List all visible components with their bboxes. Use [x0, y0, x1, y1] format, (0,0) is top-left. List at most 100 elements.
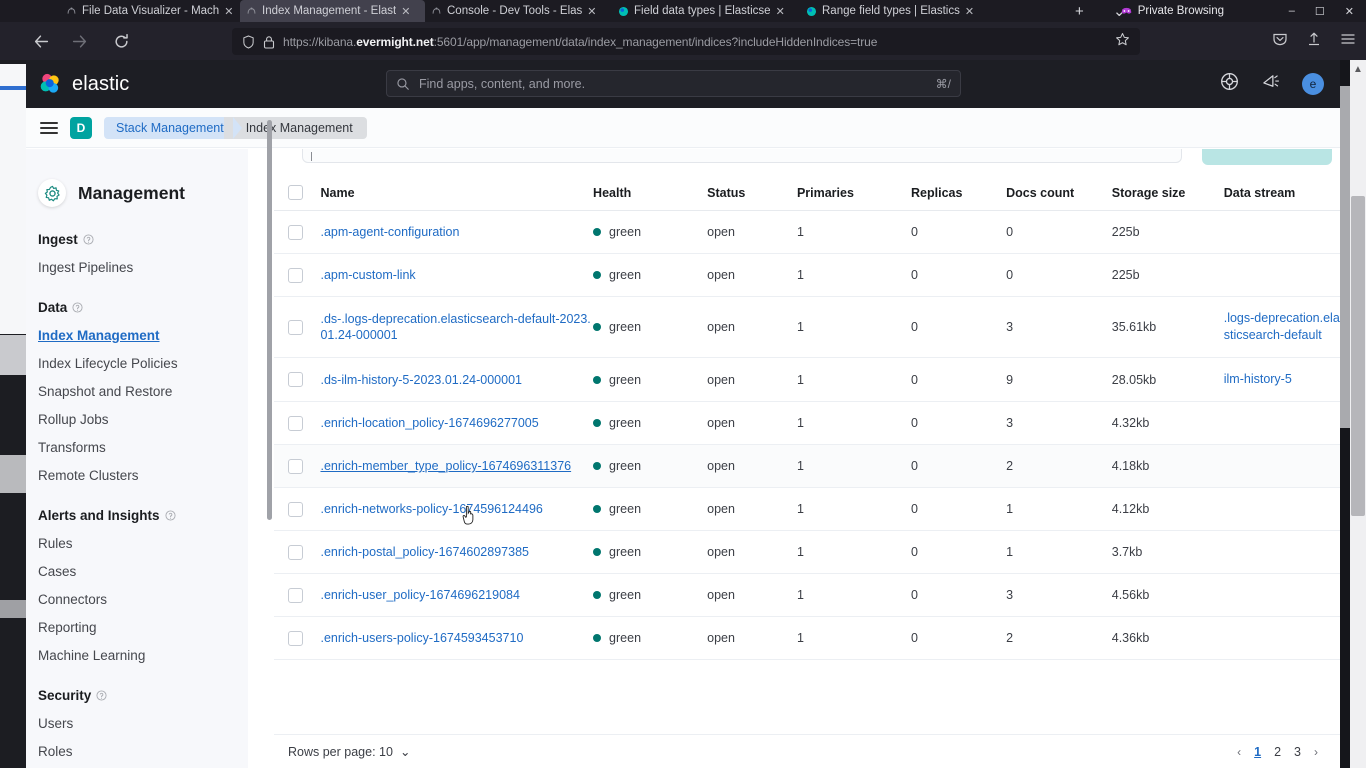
- table-row[interactable]: .apm-custom-link green open 1 0 0 225b: [274, 253, 1340, 297]
- user-avatar[interactable]: e: [1302, 73, 1324, 95]
- page-button-1[interactable]: 1: [1254, 745, 1261, 759]
- table-row[interactable]: .ds-ilm-history-5-2023.01.24-000001 green…: [274, 357, 1340, 402]
- browser-tab-3[interactable]: Field data types | Elasticse ✕: [612, 0, 797, 22]
- select-all-checkbox[interactable]: [288, 185, 303, 200]
- close-tab-icon[interactable]: ✕: [401, 5, 410, 18]
- data-stream-link[interactable]: ilm-history-5: [1224, 371, 1292, 388]
- share-icon[interactable]: [1306, 31, 1322, 52]
- row-checkbox[interactable]: [288, 267, 303, 283]
- table-row[interactable]: .enrich-postal_policy-1674602897385 green…: [274, 530, 1340, 574]
- close-tab-icon[interactable]: ✕: [965, 5, 974, 18]
- sidebar-item-remote-clusters[interactable]: Remote Clusters: [38, 468, 248, 483]
- table-row[interactable]: .ds-.logs-deprecation.elasticsearch-defa…: [274, 296, 1340, 358]
- column-header-replicas[interactable]: Replicas: [911, 177, 1007, 211]
- column-header-primaries[interactable]: Primaries: [796, 177, 912, 211]
- row-checkbox[interactable]: [288, 544, 303, 560]
- window-controls[interactable]: – ☐ ✕: [1289, 0, 1362, 22]
- row-checkbox[interactable]: [288, 224, 303, 240]
- sidebar-item-rollup-jobs[interactable]: Rollup Jobs: [38, 412, 248, 427]
- info-icon[interactable]: [164, 510, 176, 521]
- close-tab-icon[interactable]: ✕: [776, 5, 785, 18]
- page-button-3[interactable]: 3: [1294, 745, 1301, 759]
- sidebar-item-reporting[interactable]: Reporting: [38, 620, 248, 635]
- table-row[interactable]: .enrich-user_policy-1674696219084 green op…: [274, 573, 1340, 617]
- table-row[interactable]: .enrich-networks-policy-1674596124496 gre…: [274, 487, 1340, 531]
- browser-tab-2[interactable]: Console - Dev Tools - Elas ✕: [425, 0, 610, 22]
- column-header-docs-count[interactable]: Docs count: [1006, 177, 1112, 211]
- sidebar-item-connectors[interactable]: Connectors: [38, 592, 248, 607]
- browser-tab-0[interactable]: File Data Visualizer - Mach ✕: [60, 0, 265, 22]
- browser-tab-4[interactable]: Range field types | Elastics ✕: [800, 0, 985, 22]
- table-row[interactable]: .enrich-member_type_policy-1674696311376…: [274, 444, 1340, 488]
- sidebar-item-index-lifecycle-policies[interactable]: Index Lifecycle Policies: [38, 356, 248, 371]
- row-checkbox[interactable]: [288, 319, 303, 335]
- sidebar-item-rules[interactable]: Rules: [38, 536, 248, 551]
- index-name-link[interactable]: .enrich-member_type_policy-1674696311376: [320, 458, 571, 474]
- index-name-link[interactable]: .enrich-location_policy-1674696277005: [320, 415, 538, 431]
- back-button[interactable]: [26, 26, 56, 56]
- address-bar[interactable]: https://kibana.evermight.net:5601/app/ma…: [232, 28, 1140, 55]
- new-tab-button[interactable]: +: [1075, 0, 1084, 22]
- scroll-up-arrow-icon[interactable]: ▲: [1351, 62, 1365, 76]
- minimize-button[interactable]: –: [1289, 5, 1295, 17]
- info-icon[interactable]: [83, 234, 94, 245]
- close-tab-icon[interactable]: ✕: [587, 5, 596, 18]
- row-checkbox[interactable]: [288, 501, 303, 517]
- close-window-button[interactable]: ✕: [1345, 5, 1354, 18]
- reload-indices-button[interactable]: [1202, 149, 1332, 165]
- column-header-health[interactable]: Health: [593, 177, 708, 211]
- space-avatar[interactable]: D: [70, 116, 92, 139]
- hamburger-menu-icon[interactable]: [1340, 31, 1356, 52]
- elastic-logo[interactable]: elastic: [38, 72, 129, 97]
- sidebar-item-users[interactable]: Users: [38, 716, 248, 731]
- global-search-input[interactable]: Find apps, content, and more. ⌘/: [386, 70, 961, 97]
- index-name-link[interactable]: .apm-custom-link: [320, 267, 415, 283]
- column-header-name[interactable]: Name: [320, 177, 594, 211]
- help-icon[interactable]: [1220, 72, 1239, 96]
- index-name-link[interactable]: .apm-agent-configuration: [320, 224, 459, 240]
- sidebar-scrollbar[interactable]: [267, 120, 272, 520]
- management-sidebar[interactable]: Management Ingest Ingest Pipelines Data Ind…: [26, 149, 248, 768]
- row-checkbox[interactable]: [288, 587, 303, 603]
- reload-button[interactable]: [106, 26, 136, 56]
- breadcrumb-item-index-management[interactable]: Index Management: [223, 116, 367, 139]
- info-icon[interactable]: [96, 690, 107, 701]
- table-row[interactable]: .enrich-users-policy-1674593453710 green o…: [274, 616, 1340, 660]
- maximize-button[interactable]: ☐: [1315, 5, 1325, 18]
- rows-per-page-control[interactable]: Rows per page: 10 ⌄: [288, 744, 410, 760]
- index-search-input[interactable]: [302, 149, 1182, 163]
- close-tab-icon[interactable]: ✕: [224, 5, 233, 18]
- index-name-link[interactable]: .enrich-users-policy-1674593453710: [320, 630, 523, 646]
- sidebar-item-machine-learning[interactable]: Machine Learning: [38, 648, 248, 663]
- sidebar-item-ingest-pipelines[interactable]: Ingest Pipelines: [38, 260, 248, 275]
- index-name-link[interactable]: .enrich-user_policy-1674696219084: [320, 587, 519, 603]
- row-checkbox[interactable]: [288, 630, 303, 646]
- column-header-storage-size[interactable]: Storage size: [1111, 177, 1224, 211]
- megaphone-icon[interactable]: [1261, 72, 1280, 96]
- table-row[interactable]: .apm-agent-configuration green open 1 0 0 225b: [274, 210, 1340, 254]
- table-row[interactable]: .enrich-location_policy-1674696277005 gre…: [274, 401, 1340, 445]
- outer-window-scrollbar[interactable]: [1340, 86, 1350, 428]
- column-header-status[interactable]: Status: [707, 177, 797, 211]
- row-checkbox[interactable]: [288, 415, 303, 431]
- breadcrumb-item-stack-management[interactable]: Stack Management: [104, 116, 242, 139]
- sidebar-item-snapshot-and-restore[interactable]: Snapshot and Restore: [38, 384, 248, 399]
- sidebar-item-transforms[interactable]: Transforms: [38, 440, 248, 455]
- star-icon[interactable]: [1115, 32, 1130, 52]
- data-stream-link[interactable]: .logs-deprecation.elasticsearch-default: [1224, 310, 1340, 344]
- index-name-link[interactable]: .ds-.logs-deprecation.elasticsearch-defa…: [320, 311, 593, 343]
- forward-button[interactable]: [64, 26, 94, 56]
- previous-page-button[interactable]: ‹: [1237, 745, 1241, 759]
- sidebar-item-index-management[interactable]: Index Management: [38, 328, 248, 343]
- nav-menu-button[interactable]: [40, 121, 58, 134]
- index-name-link[interactable]: .ds-ilm-history-5-2023.01.24-000001: [320, 372, 522, 388]
- row-checkbox[interactable]: [288, 372, 303, 387]
- row-checkbox[interactable]: [288, 458, 303, 474]
- sidebar-item-roles[interactable]: Roles: [38, 744, 248, 759]
- index-name-link[interactable]: .enrich-networks-policy-1674596124496: [320, 501, 542, 517]
- info-icon[interactable]: [72, 302, 83, 313]
- page-button-2[interactable]: 2: [1274, 745, 1281, 759]
- index-name-link[interactable]: .enrich-postal_policy-1674602897385: [320, 544, 528, 560]
- sidebar-item-cases[interactable]: Cases: [38, 564, 248, 579]
- next-page-button[interactable]: ›: [1314, 745, 1318, 759]
